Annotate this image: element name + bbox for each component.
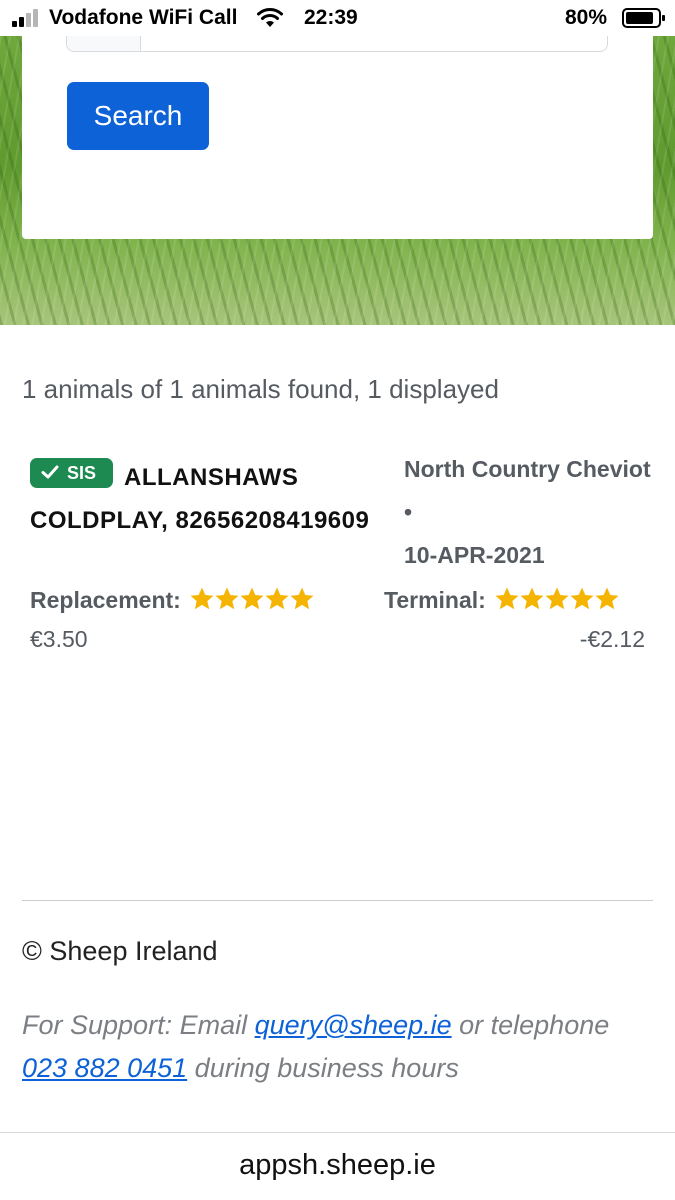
copyright-text: © Sheep Ireland xyxy=(22,936,218,966)
battery-icon xyxy=(622,8,665,28)
star-icon xyxy=(265,587,289,610)
check-icon xyxy=(41,465,59,479)
replacement-label: Replacement: xyxy=(30,587,181,613)
clock: 22:39 xyxy=(304,6,358,29)
star-icon xyxy=(570,587,594,610)
animal-breed-block: North Country Cheviot • 10-APR-2021 xyxy=(404,448,654,577)
star-icon xyxy=(545,587,569,610)
support-phone-link[interactable]: 023 882 0451 xyxy=(22,1053,187,1083)
star-icon xyxy=(215,587,239,610)
browser-address-bar[interactable]: appsh.sheep.ie xyxy=(0,1132,675,1200)
terminal-label: Terminal: xyxy=(384,587,486,613)
terminal-rating: Terminal: xyxy=(384,586,619,614)
star-icon xyxy=(290,587,314,610)
url-text[interactable]: appsh.sheep.ie xyxy=(0,1149,675,1182)
replacement-value: €3.50 xyxy=(30,626,88,652)
terminal-value: -€2.12 xyxy=(579,626,645,652)
support-email-link[interactable]: query@sheep.ie xyxy=(255,1010,452,1040)
support-prefix: For Support: Email xyxy=(22,1010,255,1040)
star-icon xyxy=(190,587,214,610)
search-panel: Search xyxy=(22,36,653,239)
terminal-stars xyxy=(494,586,619,612)
footer-divider xyxy=(22,900,653,901)
star-icon xyxy=(595,587,619,610)
status-bar: Vodafone WiFi Call 22:39 80% xyxy=(0,0,675,36)
search-button[interactable]: Search xyxy=(67,82,209,150)
search-input[interactable] xyxy=(66,36,608,52)
separator-dot: • xyxy=(404,499,413,525)
battery-percentage: 80% xyxy=(565,6,608,29)
results-summary: 1 animals of 1 animals found, 1 displaye… xyxy=(22,374,499,404)
support-text: For Support: Email query@sheep.ie or tel… xyxy=(22,1004,642,1090)
cellular-signal-icon xyxy=(12,9,42,27)
star-icon xyxy=(520,587,544,610)
replacement-rating: Replacement: xyxy=(30,586,314,614)
sis-badge-label: SIS xyxy=(67,463,97,483)
wifi-icon xyxy=(257,8,283,27)
star-icon xyxy=(240,587,264,610)
animal-date: 10-APR-2021 xyxy=(404,542,545,568)
star-icon xyxy=(495,587,519,610)
replacement-stars xyxy=(189,586,314,612)
input-addon xyxy=(67,36,141,51)
animal-breed: North Country Cheviot • xyxy=(404,448,654,534)
hero-grass-background: Search xyxy=(0,36,675,325)
carrier-name: Vodafone WiFi Call xyxy=(49,6,238,29)
animal-breed-text: North Country Cheviot xyxy=(404,456,651,482)
support-mid: or telephone xyxy=(451,1010,610,1040)
support-suffix: during business hours xyxy=(187,1053,459,1083)
sis-badge: SIS xyxy=(30,458,113,488)
